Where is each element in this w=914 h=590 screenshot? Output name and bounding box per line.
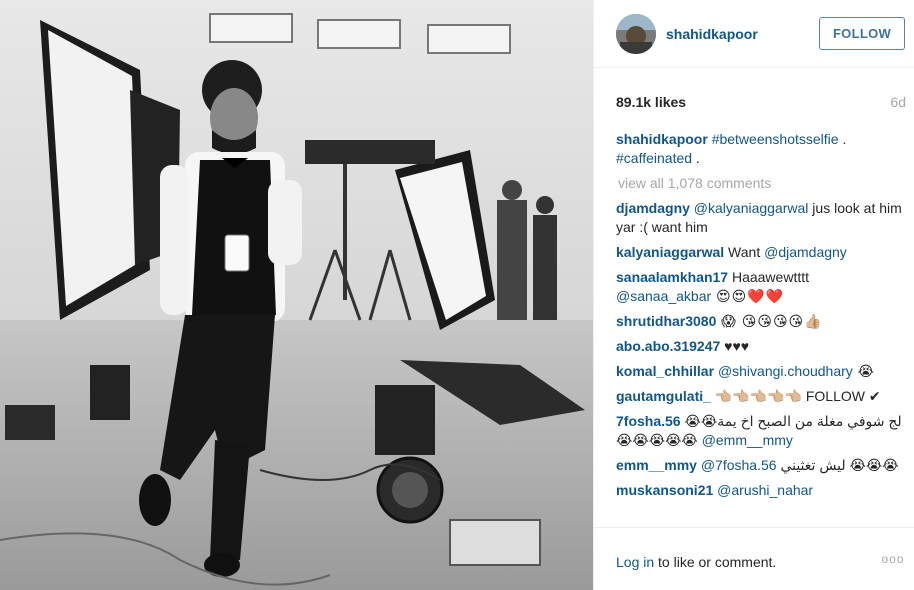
mention-link[interactable]: @kalyaniaggarwal	[694, 200, 809, 216]
comment-username[interactable]: 7fosha.56	[616, 413, 681, 429]
comment-username[interactable]: komal_chhillar	[616, 363, 714, 379]
post-age[interactable]: 6d	[890, 94, 906, 110]
avatar-image	[616, 14, 656, 54]
likes-count[interactable]: 89.1k likes	[616, 94, 686, 110]
comment-item: emm__mmy @7fosha.56 ليش تغثيني 😭😭😭	[616, 456, 908, 475]
comment-text: ♥♥♥	[720, 338, 750, 354]
comment-username[interactable]: gautamgulati_	[616, 388, 711, 404]
comment-item: shrutidhar3080 😱 😘😘😘😘👍🏼	[616, 312, 908, 331]
studio-photo-image	[0, 0, 593, 590]
comment-username[interactable]: djamdagny	[616, 200, 690, 216]
mention-link[interactable]: @emm__mmy	[702, 432, 793, 448]
comment-item: muskansoni21 @arushi_nahar	[616, 481, 908, 500]
comment-item: gautamgulati_ 👈🏼👈🏼👈🏼👈🏼👈🏼 FOLLOW ✔	[616, 387, 908, 406]
avatar[interactable]	[616, 14, 656, 54]
comment-username[interactable]: muskansoni21	[616, 482, 713, 498]
view-all-comments-link[interactable]: view all 1,078 comments	[618, 174, 908, 193]
login-prompt: Log in to like or comment.	[616, 554, 776, 570]
login-prompt-text: to like or comment.	[654, 554, 777, 570]
post-stats: 89.1k likes 6d	[616, 94, 906, 112]
hashtag-link[interactable]: #caffeinated	[616, 150, 692, 166]
mention-link[interactable]: @arushi_nahar	[717, 482, 813, 498]
post-header: shahidkapoor FOLLOW	[594, 0, 914, 68]
comment-text: Want	[724, 244, 765, 260]
post-footer: Log in to like or comment. ooo	[594, 527, 914, 590]
mention-link[interactable]: @sanaa_akbar	[616, 288, 711, 304]
comment-item: abo.abo.319247 ♥♥♥	[616, 337, 908, 356]
post-photo[interactable]	[0, 0, 593, 590]
comment-item: djamdagny @kalyaniaggarwal jus look at h…	[616, 199, 908, 237]
caption-text: .	[692, 150, 700, 166]
mention-link[interactable]: @djamdagny	[764, 244, 847, 260]
comments-list: shahidkapoor #betweenshotsselfie . #caff…	[616, 130, 908, 506]
comment-text: 👈🏼👈🏼👈🏼👈🏼👈🏼 FOLLOW ✔	[710, 388, 881, 404]
post-side-panel: shahidkapoor FOLLOW 89.1k likes 6d shahi…	[593, 0, 914, 590]
comment-username[interactable]: kalyaniaggarwal	[616, 244, 724, 260]
comment-username[interactable]: emm__mmy	[616, 457, 697, 473]
mention-link[interactable]: @7fosha.56	[701, 457, 777, 473]
caption-username[interactable]: shahidkapoor	[616, 131, 708, 147]
comment-username[interactable]: abo.abo.319247	[616, 338, 720, 354]
follow-button[interactable]: FOLLOW	[819, 17, 905, 50]
comment-emoji: 😭	[852, 363, 876, 379]
comment-emoji: 😍😍❤️❤️	[711, 288, 785, 304]
instagram-post: shahidkapoor FOLLOW 89.1k likes 6d shahi…	[0, 0, 914, 590]
comment-emoji: 😭😭😭	[845, 457, 899, 473]
login-link[interactable]: Log in	[616, 554, 654, 570]
comment-text: Haaawewtttt	[728, 269, 810, 285]
ellipsis-icon[interactable]: ooo	[881, 552, 905, 570]
caption-text: .	[838, 131, 847, 147]
mention-link[interactable]: @shivangi.choudhary	[718, 363, 853, 379]
comment-item: komal_chhillar @shivangi.choudhary 😭	[616, 362, 908, 381]
hashtag-link[interactable]: #betweenshotsselfie	[712, 131, 839, 147]
comment-text: ليش تغثيني	[780, 457, 846, 473]
comment-username[interactable]: shrutidhar3080	[616, 313, 716, 329]
username-link[interactable]: shahidkapoor	[666, 26, 758, 42]
comment-item: 7fosha.56 لج شوفي مغلة من الصبح اخ يمة😭😭…	[616, 412, 908, 450]
comment-emoji: 😱 😘😘😘😘👍🏼	[716, 313, 823, 329]
caption: shahidkapoor #betweenshotsselfie . #caff…	[616, 130, 908, 168]
comment-item: sanaalamkhan17 Haaawewtttt @sanaa_akbar …	[616, 268, 908, 306]
comment-username[interactable]: sanaalamkhan17	[616, 269, 728, 285]
comment-item: kalyaniaggarwal Want @djamdagny	[616, 243, 908, 262]
